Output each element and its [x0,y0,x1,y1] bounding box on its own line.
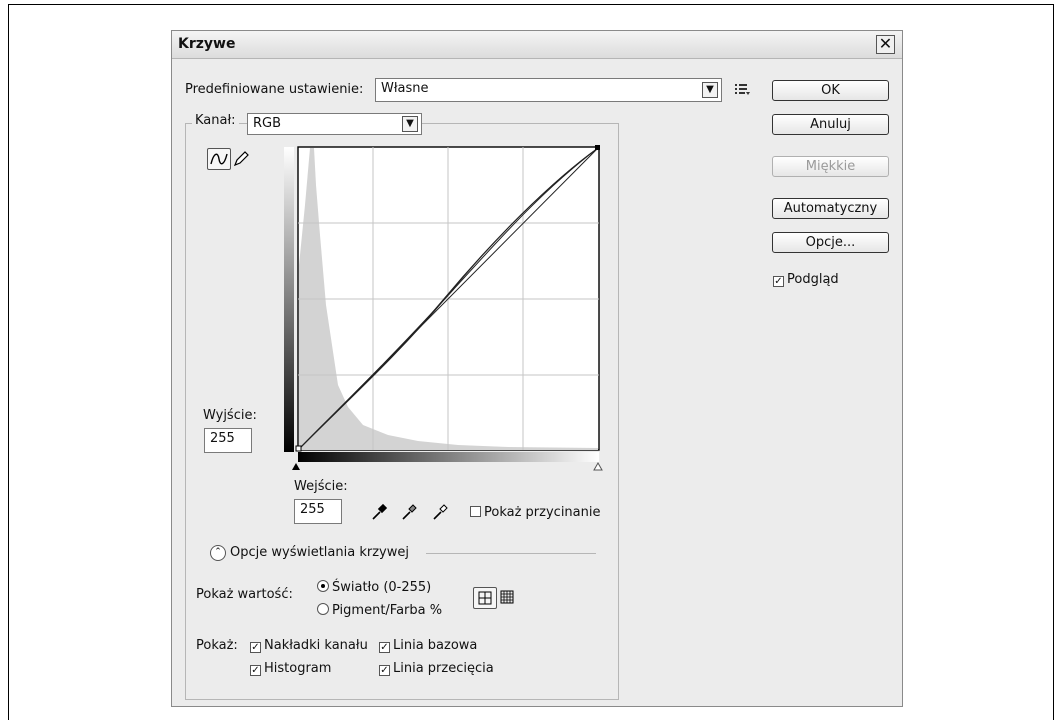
show-clipping-checkbox[interactable]: Pokaż przycinanie [470,505,600,520]
channel-overlays-label: Nakładki kanału [264,638,368,653]
chevron-down-icon[interactable]: ▼ [402,116,418,132]
smooth-button[interactable]: Miękkie [772,156,889,177]
channel-overlays-checkbox[interactable]: ✓ Nakładki kanału [250,638,368,653]
collapse-chevron-icon[interactable]: ⌃ [210,545,226,561]
histogram-label: Histogram [264,661,332,676]
preset-options-icon[interactable] [734,82,750,96]
gray-point-eyedropper-icon[interactable] [400,503,418,525]
radio-selected-icon [317,580,329,592]
options-button[interactable]: Opcje... [772,232,889,253]
checkbox-check-icon: ✓ [379,642,390,653]
chevron-down-icon[interactable]: ▼ [702,82,718,98]
preset-value: Własne [381,81,429,96]
simple-grid-icon[interactable] [473,587,497,609]
curves-dialog: Krzywe ✕ Predefiniowane ustawienie: Włas… [171,30,903,707]
input-gradient-bar [298,452,599,462]
channel-value: RGB [253,116,282,131]
checkbox-check-icon: ✓ [250,665,261,676]
curve-display-options-label: Opcje wyświetlania krzywej [230,545,409,560]
output-value: 255 [210,431,235,446]
white-point-eyedropper-icon[interactable] [431,503,449,525]
pigment-radio[interactable]: Pigment/Farba % [317,603,442,618]
radio-empty-icon [317,603,329,615]
output-field[interactable]: 255 [204,428,252,453]
preview-label: Podgląd [787,272,839,287]
section-divider [426,553,596,554]
ok-button[interactable]: OK [772,80,889,101]
detailed-grid-icon[interactable] [500,590,514,608]
pencil-icon[interactable] [232,150,250,168]
baseline-checkbox[interactable]: ✓ Linia bazowa [379,638,477,653]
output-gradient-bar [284,147,294,452]
cancel-button[interactable]: Anuluj [772,114,889,135]
baseline-label: Linia bazowa [393,638,478,653]
auto-button[interactable]: Automatyczny [772,198,889,219]
histogram-checkbox[interactable]: ✓ Histogram [250,661,331,676]
show-label: Pokaż: [196,638,238,653]
intersection-line-label: Linia przecięcia [393,661,494,676]
white-point-handle[interactable] [595,145,600,150]
title-bar: Krzywe ✕ [172,31,902,59]
input-label: Wejście: [294,479,348,494]
black-point-eyedropper-icon[interactable] [370,503,388,525]
show-clipping-label: Pokaż przycinanie [484,505,601,520]
show-amount-label: Pokaż wartość: [196,587,293,602]
checkbox-check-icon: ✓ [379,665,390,676]
black-input-slider-icon[interactable] [292,463,300,470]
preview-checkbox[interactable]: ✓ Podgląd [773,272,839,287]
curves-graph[interactable] [278,145,608,471]
white-input-slider-icon[interactable] [593,461,603,471]
light-radio[interactable]: Światło (0-255) [317,580,431,595]
preset-select[interactable]: Własne ▼ [375,78,722,102]
output-label: Wyjście: [203,408,257,423]
channel-label: Kanał: [195,113,236,128]
preset-label: Predefiniowane ustawienie: [185,82,364,97]
intersection-line-checkbox[interactable]: ✓ Linia przecięcia [379,661,494,676]
light-label: Światło (0-255) [332,580,432,595]
curve-point-icon[interactable] [207,148,231,170]
channel-select[interactable]: RGB ▼ [247,113,422,135]
black-point-handle[interactable] [295,445,302,452]
pigment-label: Pigment/Farba % [332,603,443,618]
input-field[interactable]: 255 [294,499,342,524]
checkbox-check-icon: ✓ [250,642,261,653]
input-value: 255 [300,502,325,517]
checkbox-empty-icon [470,506,481,517]
dialog-title: Krzywe [178,36,236,52]
checkbox-check-icon: ✓ [773,276,784,287]
close-icon[interactable]: ✕ [876,35,895,54]
channel-row: Kanał: [192,113,239,128]
